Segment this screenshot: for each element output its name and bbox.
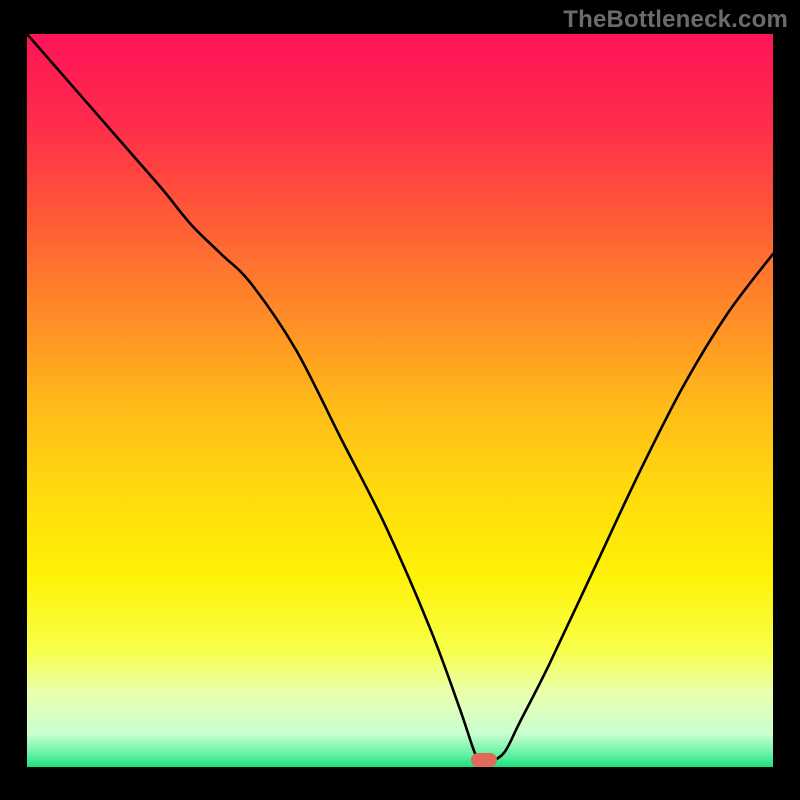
bottleneck-curve bbox=[27, 34, 773, 767]
watermark-text: TheBottleneck.com bbox=[563, 6, 788, 34]
optimum-marker bbox=[471, 753, 497, 767]
chart-frame: TheBottleneck.com bbox=[0, 0, 800, 800]
plot-area bbox=[27, 34, 773, 767]
